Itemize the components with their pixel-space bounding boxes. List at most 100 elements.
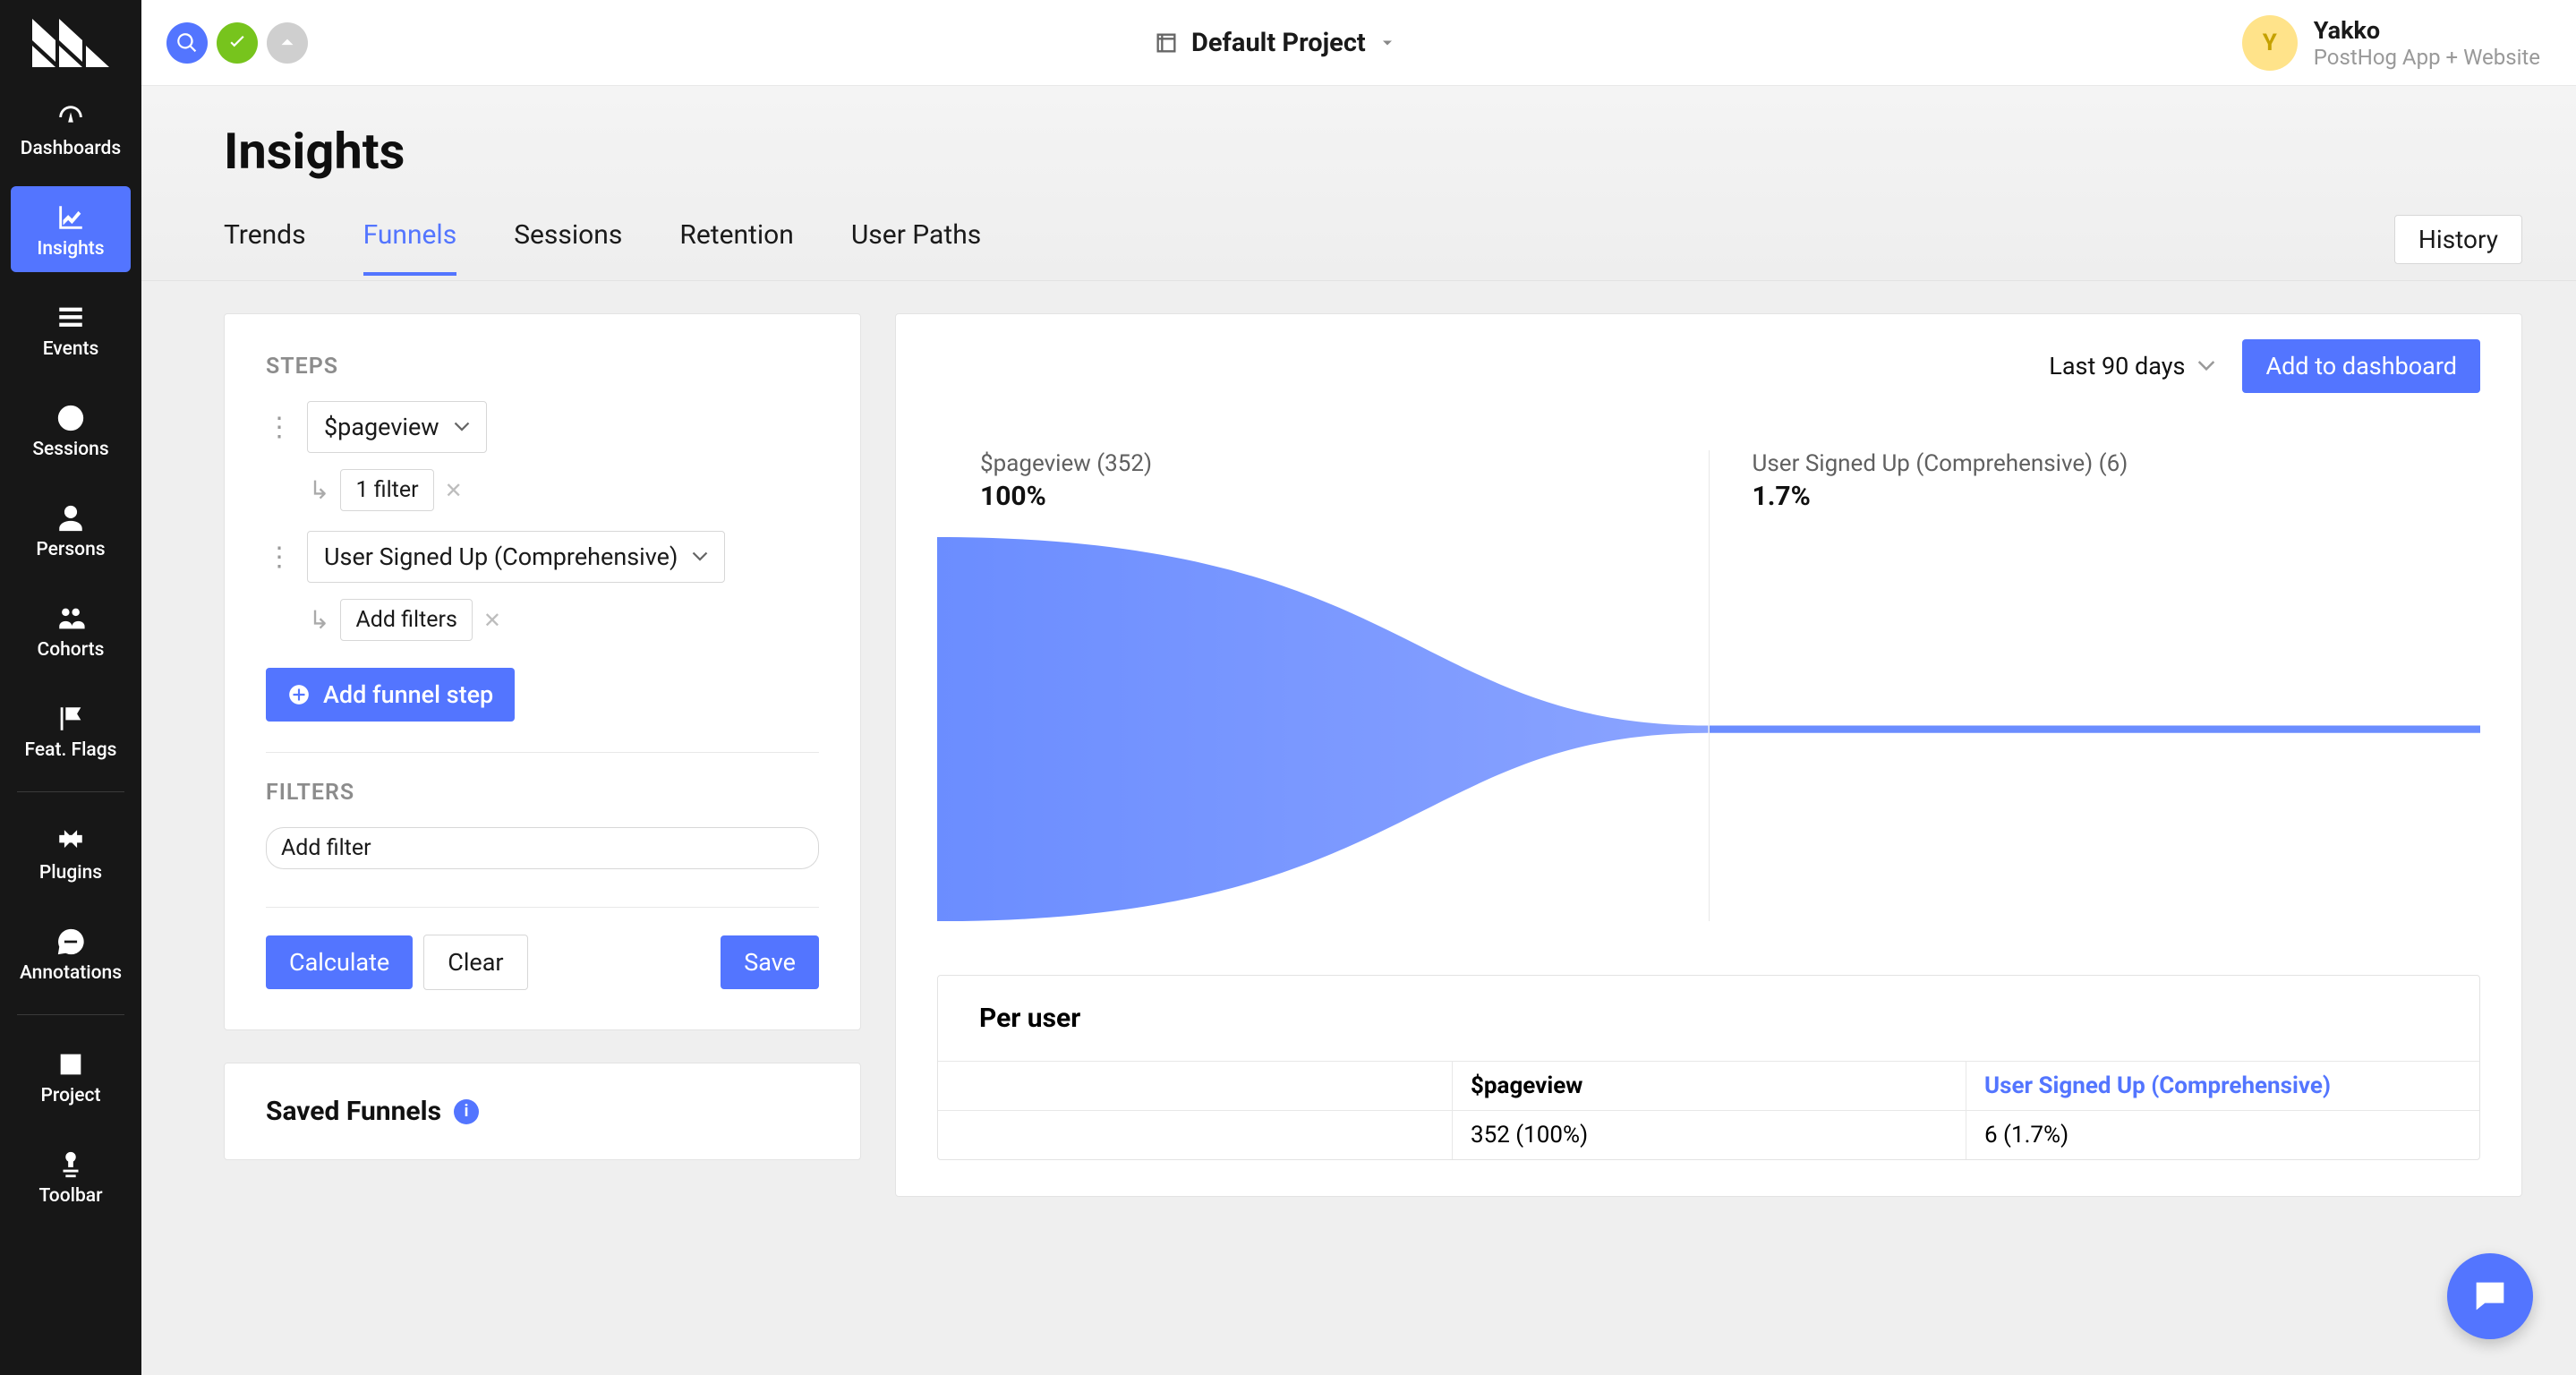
step-1-filter: ↳ 1 filter ✕: [309, 469, 819, 511]
funnel-step-2: User Signed Up (Comprehensive) (6) 1.7%: [1709, 450, 2481, 921]
funnel-shape-2: [1710, 537, 2481, 921]
table-col-signup[interactable]: User Signed Up (Comprehensive): [1966, 1062, 2479, 1110]
date-range-select[interactable]: Last 90 days: [2049, 352, 2215, 380]
tab-user-paths[interactable]: User Paths: [851, 219, 981, 276]
funnel-1-title: $pageview (352): [980, 450, 1709, 477]
project-name: Default Project: [1191, 28, 1366, 58]
drag-handle-icon[interactable]: ⋮: [266, 412, 296, 443]
funnel-2-title: User Signed Up (Comprehensive) (6): [1753, 450, 2481, 477]
header-band: Insights Trends Funnels Sessions Retenti…: [141, 86, 2576, 281]
divider: [266, 907, 819, 908]
sidebar-separator: [17, 791, 124, 792]
results-card: Last 90 days Add to dashboard $pageview …: [895, 313, 2522, 1197]
chevron-down-icon: [454, 422, 470, 432]
table-cell-empty: [938, 1110, 1452, 1159]
funnel-1-percent: 100%: [980, 481, 1709, 512]
nav-label: Annotations: [20, 962, 122, 984]
saved-funnels-card: Saved Funnels i: [224, 1063, 861, 1160]
divider: [266, 752, 819, 753]
nav-insights[interactable]: Insights: [11, 186, 131, 272]
per-user-table-row: 352 (100%) 6 (1.7%): [938, 1110, 2479, 1159]
table-col-pageview: $pageview: [1452, 1062, 1966, 1110]
nav-annotations[interactable]: Annotations: [11, 910, 131, 996]
table-empty-header: [938, 1062, 1452, 1110]
nav-label: Project: [41, 1085, 101, 1106]
project-icon: [1154, 30, 1179, 56]
page-title: Insights: [224, 122, 2522, 181]
funnel-2-percent: 1.7%: [1753, 481, 2481, 512]
nav-sessions[interactable]: Sessions: [11, 387, 131, 473]
step-2-addfilter-pill[interactable]: Add filters: [340, 599, 472, 641]
user-org: PostHog App + Website: [2314, 45, 2540, 70]
step-2-add-filter: ↳ Add filters ✕: [309, 599, 819, 641]
tab-sessions[interactable]: Sessions: [514, 219, 622, 276]
project-selector[interactable]: Default Project: [1154, 28, 1396, 58]
nav-label: Dashboards: [21, 138, 121, 159]
avatar: Y: [2242, 15, 2298, 71]
search-button[interactable]: [166, 22, 208, 64]
info-icon[interactable]: i: [454, 1099, 479, 1124]
per-user-table-header: $pageview User Signed Up (Comprehensive): [938, 1061, 2479, 1110]
sidebar: Dashboards Insights Events Sessions Pers…: [0, 0, 141, 1375]
user-name: Yakko: [2314, 16, 2540, 45]
chevron-down-icon: [1378, 34, 1396, 52]
add-to-dashboard-button[interactable]: Add to dashboard: [2242, 339, 2480, 393]
nav-label: Persons: [36, 539, 105, 560]
save-button[interactable]: Save: [721, 935, 819, 989]
nav-persons[interactable]: Persons: [11, 487, 131, 573]
remove-filter-button[interactable]: ✕: [445, 478, 463, 503]
tab-trends[interactable]: Trends: [224, 219, 306, 276]
nav-label: Feat. Flags: [25, 739, 117, 761]
nav-label: Insights: [37, 238, 104, 260]
remove-filter-button[interactable]: ✕: [483, 608, 501, 633]
nav-label: Toolbar: [38, 1185, 102, 1207]
funnel-shape-1: [937, 537, 1709, 921]
history-button[interactable]: History: [2394, 215, 2522, 264]
subarrow-icon: ↳: [309, 605, 329, 635]
drag-handle-icon[interactable]: ⋮: [266, 542, 296, 573]
logo[interactable]: [0, 0, 141, 86]
nav-label: Sessions: [32, 439, 108, 460]
saved-funnels-title: Saved Funnels: [266, 1096, 441, 1127]
per-user-card: Per user $pageview User Signed Up (Compr…: [937, 975, 2480, 1160]
step-1-event-select[interactable]: $pageview: [307, 401, 487, 453]
subarrow-icon: ↳: [309, 475, 329, 505]
step-1-filter-pill[interactable]: 1 filter: [340, 469, 433, 511]
per-user-title: Per user: [938, 976, 2479, 1061]
nav-plugins[interactable]: Plugins: [11, 810, 131, 896]
table-cell-signup: 6 (1.7%): [1966, 1110, 2479, 1159]
step-1: ⋮ $pageview: [266, 401, 819, 453]
chat-icon: [2469, 1276, 2511, 1317]
nav-events[interactable]: Events: [11, 286, 131, 372]
step-2-event-select[interactable]: User Signed Up (Comprehensive): [307, 531, 725, 583]
nav-cohorts[interactable]: Cohorts: [11, 587, 131, 673]
tab-funnels[interactable]: Funnels: [363, 219, 457, 276]
nav-label: Events: [43, 338, 99, 360]
filters-heading: FILTERS: [266, 780, 819, 806]
nav-toolbar[interactable]: Toolbar: [11, 1133, 131, 1219]
insight-tabs: Trends Funnels Sessions Retention User P…: [224, 219, 981, 276]
collapse-up-button[interactable]: [267, 22, 308, 64]
add-filter-button[interactable]: Add filter: [266, 827, 819, 869]
table-cell-pageview: 352 (100%): [1452, 1110, 1966, 1159]
status-ok-icon[interactable]: [217, 22, 258, 64]
clear-button[interactable]: Clear: [423, 935, 527, 990]
tab-retention[interactable]: Retention: [679, 219, 793, 276]
nav-dashboards[interactable]: Dashboards: [11, 86, 131, 172]
add-funnel-step-button[interactable]: Add funnel step: [266, 668, 515, 722]
funnel-chart: $pageview (352) 100%: [937, 450, 2480, 921]
chevron-down-icon: [2197, 360, 2215, 372]
nav-feature-flags[interactable]: Feat. Flags: [11, 688, 131, 773]
step-2: ⋮ User Signed Up (Comprehensive): [266, 531, 819, 583]
nav-label: Cohorts: [38, 639, 105, 661]
nav-project[interactable]: Project: [11, 1033, 131, 1119]
topbar: Default Project Y Yakko PostHog App + We…: [141, 0, 2576, 86]
funnel-step-1: $pageview (352) 100%: [937, 450, 1709, 921]
calculate-button[interactable]: Calculate: [266, 935, 413, 989]
user-menu[interactable]: Y Yakko PostHog App + Website: [2242, 15, 2540, 71]
funnel-config-card: STEPS ⋮ $pageview ↳ 1 filter ✕ ⋮: [224, 313, 861, 1030]
main-area: Default Project Y Yakko PostHog App + We…: [141, 0, 2576, 1375]
chat-fab[interactable]: [2447, 1253, 2533, 1339]
plus-circle-icon: [287, 683, 311, 706]
steps-heading: STEPS: [266, 354, 819, 380]
